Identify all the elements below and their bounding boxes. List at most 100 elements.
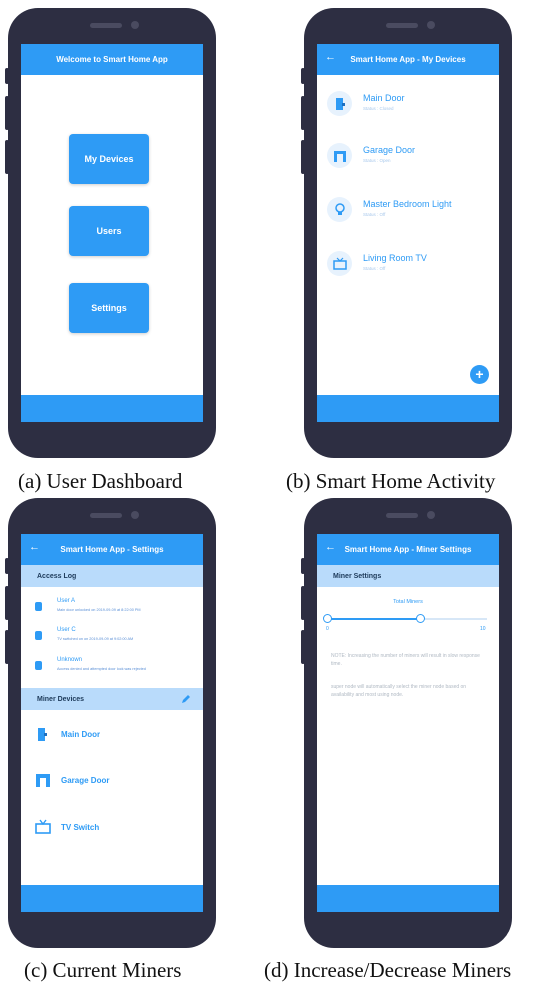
speaker — [90, 23, 122, 28]
users-button[interactable]: Users — [69, 206, 149, 256]
miner-item-garage-door[interactable]: Garage Door — [35, 772, 195, 798]
miner-devices-header: Miner Devices — [21, 688, 203, 710]
side-button — [301, 558, 305, 574]
side-button — [5, 586, 9, 620]
device-status: Status : Off — [363, 266, 386, 271]
door-icon — [327, 91, 352, 116]
log-detail: TV switched on on 2019-09-09 at 9:02:00 … — [57, 637, 134, 641]
miner-item-tv-switch[interactable]: TV Switch — [35, 819, 195, 845]
bottom-bar — [21, 885, 203, 912]
miner-name: TV Switch — [61, 823, 100, 832]
side-button — [301, 630, 305, 664]
super-node-note: super node will automatically select the… — [331, 684, 467, 698]
miner-devices-label: Miner Devices — [37, 695, 85, 703]
slider-min-knob — [323, 614, 332, 623]
device-name: Garage Door — [363, 145, 416, 155]
page-title: Smart Home App - Miner Settings — [344, 545, 472, 554]
page-title: Welcome to Smart Home App — [56, 55, 168, 64]
pencil-icon[interactable] — [181, 694, 191, 704]
miner-item-main-door[interactable]: Main Door — [35, 726, 195, 752]
caption-c: (c) Current Miners — [24, 958, 182, 982]
app-bar: Welcome to Smart Home App — [21, 44, 203, 75]
device-item-garage-door[interactable]: Garage Door Status : Open — [327, 143, 492, 177]
phone-dashboard: Welcome to Smart Home App My Devices Use… — [8, 8, 216, 458]
side-button — [301, 586, 305, 620]
device-item-main-door[interactable]: Main Door Status : Closed — [327, 91, 492, 125]
phone-devices: ← Smart Home App - My Devices Main Door … — [304, 8, 512, 458]
device-status: Status : Open — [363, 158, 391, 163]
side-button — [5, 630, 9, 664]
device-status: Status : Off — [363, 212, 386, 217]
device-item-master-bedroom-light[interactable]: Master Bedroom Light Status : Off — [327, 197, 492, 231]
miner-settings-header: Miner Settings — [317, 565, 499, 587]
log-user: User C — [57, 627, 76, 633]
side-button — [5, 96, 9, 130]
screen-settings: ← Smart Home App - Settings Access Log U… — [21, 534, 203, 912]
log-detail: Access denied and attempted door lock wa… — [57, 667, 146, 671]
page-title: Smart Home App - Settings — [60, 545, 164, 554]
log-entry[interactable]: Unknown Access denied and attempted door… — [31, 653, 199, 679]
device-name: Master Bedroom Light — [363, 199, 452, 209]
slider-min-label: 0 — [326, 626, 329, 632]
log-entry-icon — [35, 631, 42, 640]
phone-miner-settings: ← Smart Home App - Miner Settings Miner … — [304, 498, 512, 948]
access-log-header: Access Log — [21, 565, 203, 587]
side-button — [5, 68, 9, 84]
log-user: Unknown — [57, 657, 83, 663]
log-detail: Main door unlocked on 2019-09-09 at 8:22… — [57, 608, 141, 612]
back-arrow-icon[interactable]: ← — [29, 541, 40, 553]
bottom-bar — [21, 395, 203, 422]
log-entry-icon — [35, 661, 42, 670]
phone-settings: ← Smart Home App - Settings Access Log U… — [8, 498, 216, 948]
app-bar: ← Smart Home App - Miner Settings — [317, 534, 499, 565]
settings-button[interactable]: Settings — [69, 283, 149, 333]
side-button — [301, 140, 305, 174]
garage-door-icon — [35, 772, 53, 790]
back-arrow-icon[interactable]: ← — [325, 541, 336, 553]
caption-b: (b) Smart Home Activity — [286, 469, 496, 493]
slider-max-label: 10 — [480, 626, 486, 632]
side-button — [5, 140, 9, 174]
my-devices-button[interactable]: My Devices — [69, 134, 149, 184]
screen-devices: ← Smart Home App - My Devices Main Door … — [317, 44, 499, 422]
add-device-button[interactable]: + — [470, 365, 489, 384]
tv-icon — [327, 251, 352, 276]
camera — [427, 21, 435, 29]
camera — [427, 511, 435, 519]
garage-door-icon — [327, 143, 352, 168]
miner-name: Garage Door — [61, 776, 110, 785]
speaker — [386, 513, 418, 518]
caption-a: (a) User Dashboard — [18, 469, 183, 493]
miner-name: Main Door — [61, 730, 101, 739]
app-bar: ← Smart Home App - Settings — [21, 534, 203, 565]
camera — [131, 511, 139, 519]
speaker — [386, 23, 418, 28]
bottom-bar — [317, 395, 499, 422]
app-bar: ← Smart Home App - My Devices — [317, 44, 499, 75]
page-title: Smart Home App - My Devices — [350, 55, 466, 64]
log-entry[interactable]: User A Main door unlocked on 2019-09-09 … — [31, 594, 199, 620]
slider-fill — [327, 618, 420, 620]
back-arrow-icon[interactable]: ← — [325, 51, 336, 63]
caption-d: (d) Increase/Decrease Miners — [264, 958, 512, 982]
device-name: Living Room TV — [363, 253, 427, 263]
slider-thumb[interactable] — [415, 614, 425, 623]
door-icon — [35, 726, 53, 744]
slider-label: Total Miners — [393, 599, 423, 605]
side-button — [5, 558, 9, 574]
screen-miner-settings: ← Smart Home App - Miner Settings Miner … — [317, 534, 499, 912]
miner-note: NOTE: Increasing the number of miners wi… — [331, 653, 480, 667]
log-entry-icon — [35, 602, 42, 611]
lightbulb-icon — [327, 197, 352, 222]
device-name: Main Door — [363, 93, 405, 103]
log-entry[interactable]: User C TV switched on on 2019-09-09 at 9… — [31, 623, 199, 649]
camera — [131, 21, 139, 29]
log-user: User A — [57, 598, 76, 604]
speaker — [90, 513, 122, 518]
tv-icon — [35, 819, 53, 837]
device-status: Status : Closed — [363, 106, 394, 111]
bottom-bar — [317, 885, 499, 912]
screen-dashboard: Welcome to Smart Home App My Devices Use… — [21, 44, 203, 422]
device-item-living-room-tv[interactable]: Living Room TV Status : Off — [327, 251, 492, 285]
side-button — [301, 96, 305, 130]
